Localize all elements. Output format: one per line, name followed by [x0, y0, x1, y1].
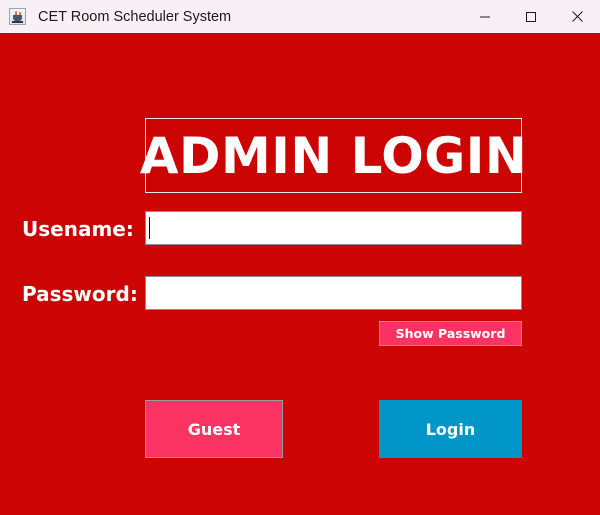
window-controls: [462, 0, 600, 33]
title-bar[interactable]: CET Room Scheduler System: [0, 0, 600, 33]
login-button[interactable]: Login: [379, 400, 522, 458]
password-input[interactable]: [145, 276, 522, 310]
show-password-button[interactable]: Show Password: [379, 321, 522, 346]
password-label: Password:: [22, 282, 138, 306]
app-window: CET Room Scheduler System ADMIN LOGIN Us…: [0, 0, 600, 515]
text-caret: [149, 217, 150, 239]
close-button[interactable]: [554, 0, 600, 33]
title-bar-left: CET Room Scheduler System: [0, 8, 231, 25]
java-coffee-cup-icon: [9, 8, 26, 25]
page-title: ADMIN LOGIN: [139, 126, 528, 185]
maximize-button[interactable]: [508, 0, 554, 33]
minimize-button[interactable]: [462, 0, 508, 33]
page-title-box: ADMIN LOGIN: [140, 118, 527, 193]
guest-button[interactable]: Guest: [145, 400, 283, 458]
java-icon-saucer: [12, 21, 23, 23]
window-title: CET Room Scheduler System: [38, 8, 232, 25]
login-panel: ADMIN LOGIN Usename: Password: Show Pass…: [0, 33, 600, 515]
username-input[interactable]: [145, 211, 522, 245]
username-label: Usename:: [22, 217, 134, 241]
